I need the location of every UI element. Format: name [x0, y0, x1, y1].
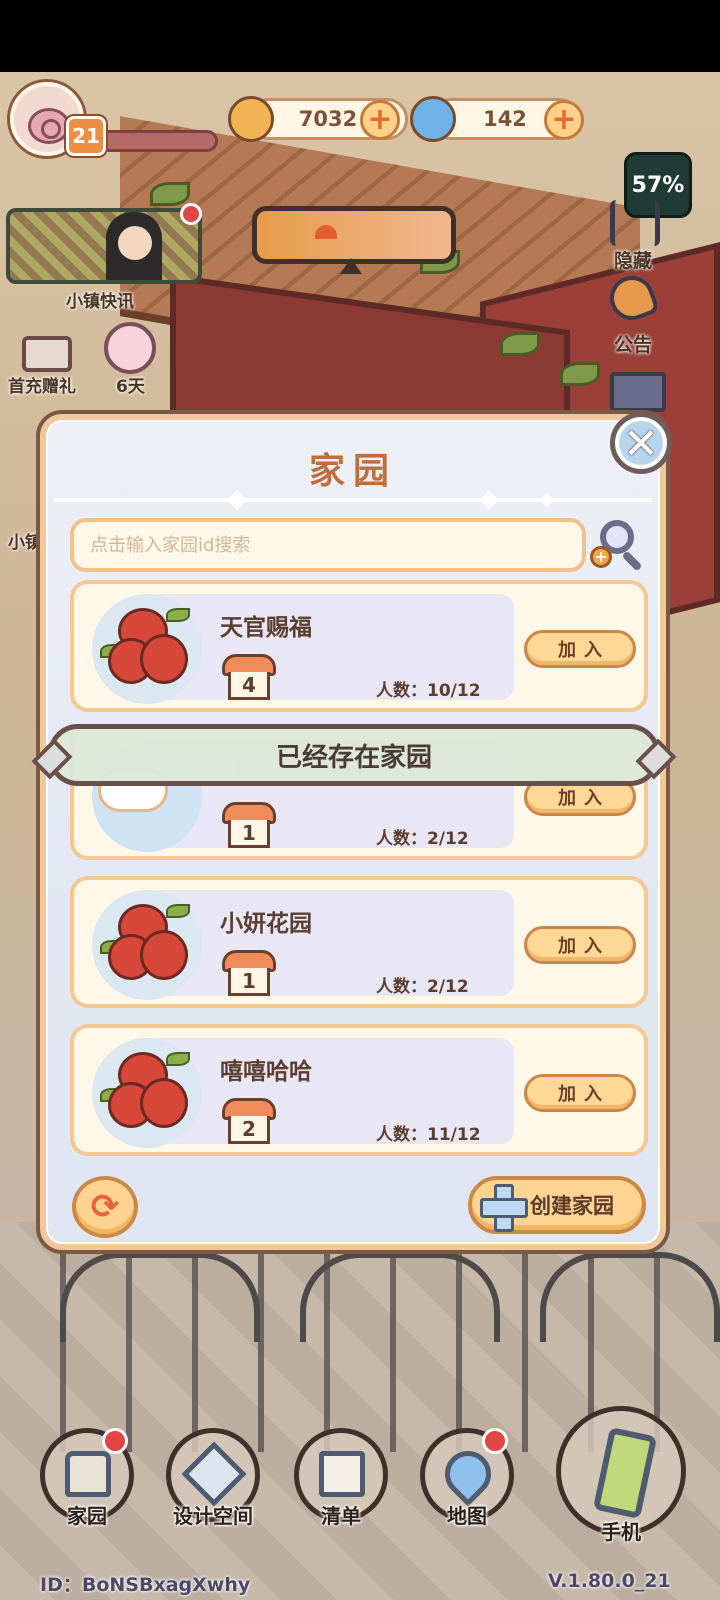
coin-icon	[228, 96, 274, 142]
news-face	[118, 226, 152, 260]
house-icon	[65, 1451, 111, 1497]
weather-pointer	[340, 258, 362, 274]
search-input[interactable]	[70, 518, 586, 572]
list-item[interactable]: 小妍花园 1 人数：2/12 加入	[70, 876, 648, 1008]
nav-home-label[interactable]: 家园	[32, 1500, 142, 1529]
notification-dot	[482, 1428, 508, 1454]
close-button[interactable]: ✕	[610, 412, 672, 474]
town-news-card[interactable]	[6, 208, 202, 284]
gift-box-icon[interactable]	[22, 336, 72, 372]
close-icon: ✕	[623, 418, 659, 468]
snail-icon	[28, 108, 70, 144]
member-count-label: 人数：	[376, 829, 427, 849]
homestead-level: 1	[228, 820, 270, 848]
member-count: 人数：11/12	[376, 1120, 481, 1145]
magnifier-handle	[621, 550, 643, 572]
member-count-value: 2/12	[427, 829, 469, 849]
toast-message: 已经存在家园	[48, 724, 660, 786]
hide-icon[interactable]	[610, 200, 660, 246]
vine-leaf	[500, 332, 540, 356]
create-homestead-label: 创建家园	[530, 1194, 614, 1218]
member-count-value: 11/12	[427, 1125, 481, 1145]
nav-design-label[interactable]: 设计空间	[158, 1500, 268, 1529]
flower-event-icon[interactable]	[104, 322, 156, 374]
version-label: V.1.80.0_21	[548, 1570, 671, 1592]
homestead-level: 2	[228, 1116, 270, 1144]
ruler-icon	[181, 1441, 247, 1507]
house-level-icon: 1	[222, 802, 276, 848]
leaf	[166, 608, 190, 622]
event-days-label: 6天	[116, 377, 145, 397]
nav-list-label[interactable]: 清单	[286, 1500, 396, 1529]
vine-leaf	[560, 362, 600, 386]
town-news-label: 小镇快讯	[66, 292, 134, 312]
hide-label[interactable]: 隐藏	[614, 246, 652, 273]
weather-panel[interactable]	[252, 206, 456, 264]
rose-icon	[92, 594, 202, 704]
fence-arch	[300, 1252, 500, 1342]
refresh-button[interactable]: ⟳	[72, 1176, 138, 1238]
member-count: 人数：10/12	[376, 676, 481, 701]
notice-label[interactable]: 公告	[614, 330, 652, 357]
nav-phone-label[interactable]: 手机	[566, 1516, 676, 1545]
fence-arch	[60, 1252, 260, 1342]
sparkle-icon	[539, 492, 555, 508]
house-level-icon: 2	[222, 1098, 276, 1144]
nav-map-label[interactable]: 地图	[412, 1500, 522, 1529]
petal	[140, 1078, 188, 1128]
petal	[140, 930, 188, 980]
side-label: 小镇	[8, 533, 42, 553]
fence-arch	[540, 1252, 720, 1342]
join-button[interactable]: 加入	[524, 1074, 636, 1112]
member-count-label: 人数：	[376, 1125, 427, 1145]
level-badge: 21	[66, 116, 106, 156]
homestead-name: 小妍花园	[220, 911, 312, 937]
status-bar	[0, 0, 720, 72]
news-image	[10, 212, 198, 280]
plus-icon: +	[590, 546, 612, 568]
list-item[interactable]: 天官赐福 4 人数：10/12 加入	[70, 580, 648, 712]
checklist-icon	[319, 1451, 365, 1497]
homestead-name: 嘻嘻哈哈	[220, 1059, 312, 1085]
member-count-value: 2/12	[427, 977, 469, 997]
mail-icon[interactable]	[610, 372, 666, 412]
house-level-icon: 1	[222, 950, 276, 996]
house-level-icon: 4	[222, 654, 276, 700]
member-count: 人数：2/12	[376, 824, 469, 849]
title-divider	[54, 498, 652, 502]
add-gems-button[interactable]: +	[544, 100, 584, 140]
plus-icon	[480, 1184, 528, 1232]
rose-icon	[92, 1038, 202, 1148]
refresh-icon: ⟳	[90, 1187, 120, 1227]
leaf	[166, 1052, 190, 1066]
member-count: 人数：2/12	[376, 972, 469, 997]
member-count-value: 10/12	[427, 681, 481, 701]
member-count-label: 人数：	[376, 977, 427, 997]
sun-icon	[315, 225, 337, 239]
notification-dot	[180, 203, 202, 225]
homestead-name: 天官赐福	[220, 615, 312, 641]
notification-dot	[102, 1428, 128, 1454]
vine-leaf	[150, 182, 190, 206]
join-button[interactable]: 加入	[524, 630, 636, 668]
join-button[interactable]: 加入	[524, 926, 636, 964]
rose-icon	[92, 890, 202, 1000]
petal	[140, 634, 188, 684]
homestead-level: 4	[228, 672, 270, 700]
leaf	[166, 904, 190, 918]
create-homestead-button[interactable]: 创建家园	[468, 1176, 646, 1234]
search-button[interactable]: +	[590, 518, 650, 574]
member-count-label: 人数：	[376, 681, 427, 701]
first-charge-label[interactable]: 首充赠礼	[8, 372, 76, 397]
add-coins-button[interactable]: +	[360, 100, 400, 140]
list-item[interactable]: 嘻嘻哈哈 2 人数：11/12 加入	[70, 1024, 648, 1156]
player-id: ID：BoNSBxagXwhy	[40, 1574, 251, 1596]
homestead-dialog: 家园 + 天官赐福 4 人数：10/12 加入 Ch	[40, 414, 666, 1250]
phone-icon	[592, 1426, 658, 1520]
homestead-level: 1	[228, 968, 270, 996]
dialog-title: 家园	[308, 451, 397, 492]
swirl-gem-icon	[410, 96, 456, 142]
